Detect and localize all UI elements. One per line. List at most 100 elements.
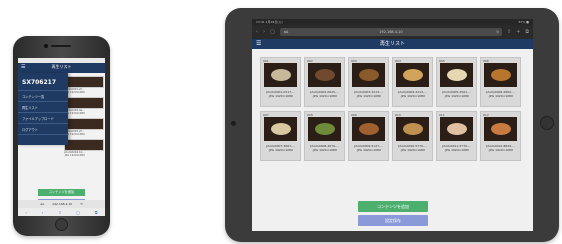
back-icon[interactable]: ‹	[25, 210, 27, 215]
phone-thumb-image	[64, 118, 104, 130]
card-caption: photo0010-5770-... .JPG 1920×1080	[398, 144, 427, 152]
card-caption: photo0004-2213-... .JPG 1920×1080	[398, 90, 427, 98]
reload-icon[interactable]: ↻	[80, 202, 83, 206]
phone-thumb-card[interactable]: photo0004-1b... .JPG 1920x1080	[64, 139, 104, 157]
card-thumbnail	[264, 117, 297, 141]
reader-mode-label[interactable]: aA	[40, 202, 44, 206]
status-time: 13:41 1月28日(火)	[256, 20, 283, 24]
add-content-button[interactable]: コンテンツを追加	[38, 189, 85, 196]
share-icon[interactable]: ⇧	[58, 210, 61, 215]
card-caption: photo0012-8843-... .JPG 1920×1080	[486, 144, 515, 152]
card-caption: photo0007-3667-... .JPG 1920×1080	[266, 144, 295, 152]
new-tab-icon[interactable]: +	[516, 29, 520, 35]
phone-browser-toolbar: ‹ › ⇧ ▢ ⧉	[18, 208, 105, 216]
phone-url-bar[interactable]: aA 192.168.4.10 ↻	[18, 200, 105, 208]
browser-toolbar: ‹ › ▢ aA 192.168.4.10 ↻ ⇧ + ⧉	[252, 25, 533, 39]
playlist-card[interactable]: 009 photo0009-5127-... .JPG 1920×1080	[348, 111, 389, 161]
card-caption: photo0002-0625-... .JPG 1920×1080	[310, 90, 339, 98]
food-photo	[314, 123, 335, 135]
bookmarks-icon[interactable]: ▢	[76, 210, 80, 215]
phone-thumb-image	[64, 76, 104, 88]
forward-icon[interactable]: ›	[42, 210, 44, 215]
bookmarks-icon[interactable]: ▢	[270, 29, 275, 35]
sidebar-item-logout[interactable]: ログアウト	[18, 124, 68, 135]
tablet-home-button	[540, 116, 554, 130]
phone-speaker	[51, 45, 71, 47]
card-thumbnail	[352, 117, 385, 141]
playlist-card[interactable]: 003 photo0003-2213-... .JPG 1920×1080	[348, 57, 389, 107]
phone-thumb-card[interactable]: photo0003-2f... .JPG 1920x1080	[64, 118, 104, 136]
food-photo	[358, 69, 379, 81]
tabs-icon[interactable]: ⧉	[525, 29, 529, 35]
phone-thumb-image	[64, 139, 104, 151]
save-settings-button[interactable]: 設定保存	[358, 215, 428, 226]
food-photo	[314, 69, 335, 81]
card-thumbnail	[308, 63, 341, 87]
forward-icon[interactable]: ›	[263, 29, 265, 35]
playlist-card[interactable]: 001 photo0001-0317-... .JPG 1920×1080	[260, 57, 301, 107]
playlist-card[interactable]: 002 photo0002-0625-... .JPG 1920×1080	[304, 57, 345, 107]
tablet-camera	[231, 121, 236, 126]
tablet-screen: 13:41 1月28日(火) 87% ■ ‹ › ▢ aA 192.168.4.…	[252, 19, 533, 231]
phone-thumb-image	[64, 97, 104, 109]
food-photo	[270, 123, 291, 135]
playlist-card[interactable]: 004 photo0004-2213-... .JPG 1920×1080	[392, 57, 433, 107]
phone-screen: ☰ 再生リスト photo0001-2f... .JPG 1920x1080 p…	[18, 58, 105, 216]
phone-sidebar-menu: SX706217 コンテンツ一覧 再生リスト ファイルアップロード ログアウト	[18, 73, 68, 145]
card-thumbnail	[484, 117, 517, 141]
food-photo	[446, 69, 467, 81]
card-thumbnail	[396, 117, 429, 141]
phone-home-button	[55, 218, 68, 231]
tabs-icon[interactable]: ⧉	[95, 210, 98, 215]
card-thumbnail	[484, 63, 517, 87]
back-icon[interactable]: ‹	[256, 29, 258, 35]
food-photo	[490, 69, 511, 81]
sidebar-item-file-upload[interactable]: ファイルアップロード	[18, 113, 68, 124]
card-caption: photo0009-5127-... .JPG 1920×1080	[354, 144, 383, 152]
phone-content: photo0001-2f... .JPG 1920x1080 photo0002…	[18, 73, 105, 216]
food-photo	[402, 69, 423, 81]
add-content-button[interactable]: コンテンツを追加	[358, 201, 428, 212]
sidebar-item-playlist[interactable]: 再生リスト	[18, 102, 68, 113]
food-photo	[402, 123, 423, 135]
card-caption: photo0008-4070-... .JPG 1920×1080	[310, 144, 339, 152]
phone-nav-bar: ☰ 再生リスト	[18, 63, 105, 73]
card-thumbnail	[308, 117, 341, 141]
phone-thumb-grid: photo0001-2f... .JPG 1920x1080 photo0002…	[64, 76, 104, 160]
card-thumbnail	[396, 63, 429, 87]
phone-thumb-caption: photo0003-2f... .JPG 1920x1080	[64, 130, 85, 136]
url-bar[interactable]: aA 192.168.4.10 ↻	[279, 28, 503, 36]
card-caption: photo0003-2213-... .JPG 1920×1080	[354, 90, 383, 98]
playlist-card[interactable]: 006 photo0006-2862-... .JPG 1920×1080	[480, 57, 521, 107]
reload-icon[interactable]: ↻	[496, 30, 499, 34]
phone-camera	[44, 44, 48, 48]
phone-thumb-caption: photo0002-9a... .JPG 1920x1080	[64, 109, 85, 115]
phone-thumb-card[interactable]: photo0001-2f... .JPG 1920x1080	[64, 76, 104, 94]
playlist-card[interactable]: 012 photo0012-8843-... .JPG 1920×1080	[480, 111, 521, 161]
tablet-device: 13:41 1月28日(火) 87% ■ ‹ › ▢ aA 192.168.4.…	[225, 8, 559, 242]
devices-illustration: ☰ 再生リスト photo0001-2f... .JPG 1920x1080 p…	[0, 0, 562, 244]
playlist-card[interactable]: 007 photo0007-3667-... .JPG 1920×1080	[260, 111, 301, 161]
card-thumbnail	[352, 63, 385, 87]
card-thumbnail	[440, 117, 473, 141]
card-caption: photo0006-2862-... .JPG 1920×1080	[486, 90, 515, 98]
food-photo	[358, 123, 379, 135]
playlist-card[interactable]: 005 photo0005-2561-... .JPG 1920×1080	[436, 57, 477, 107]
phone-page-title: 再生リスト	[51, 64, 72, 69]
card-caption: photo0005-2561-... .JPG 1920×1080	[442, 90, 471, 98]
playlist-card[interactable]: 011 photo0011-5770-... .JPG 1920×1080	[436, 111, 477, 161]
tablet-nav-bar: ☰ 再生リスト	[252, 39, 533, 49]
tablet-page-title: 再生リスト	[379, 41, 405, 47]
card-thumbnail	[440, 63, 473, 87]
phone-thumb-caption: photo0004-1b... .JPG 1920x1080	[64, 151, 85, 157]
playlist-card[interactable]: 010 photo0010-5770-... .JPG 1920×1080	[392, 111, 433, 161]
phone-device: ☰ 再生リスト photo0001-2f... .JPG 1920x1080 p…	[13, 36, 110, 236]
url-host: 192.168.4.10	[379, 30, 403, 34]
playlist-card[interactable]: 008 photo0008-4070-... .JPG 1920×1080	[304, 111, 345, 161]
sidebar-item-content-list[interactable]: コンテンツ一覧	[18, 91, 68, 102]
phone-thumb-card[interactable]: photo0002-9a... .JPG 1920x1080	[64, 97, 104, 115]
phone-thumb-caption: photo0001-2f... .JPG 1920x1080	[64, 88, 85, 94]
battery-indicator: 87% ■	[518, 20, 529, 24]
share-icon[interactable]: ⇧	[507, 29, 511, 35]
card-thumbnail	[264, 63, 297, 87]
